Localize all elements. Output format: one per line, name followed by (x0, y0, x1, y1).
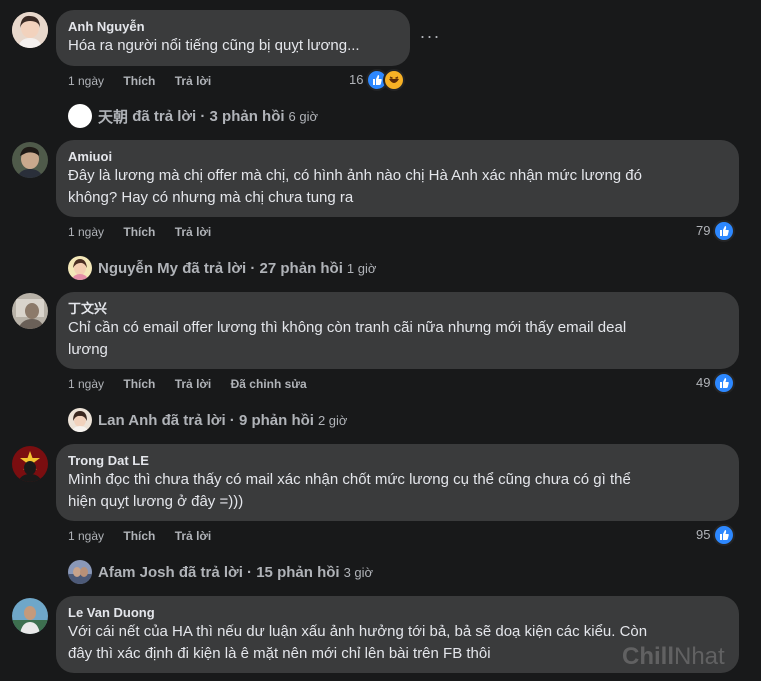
reply-count: 27 phản hồi (259, 259, 343, 277)
reaction-summary[interactable]: 16 (349, 69, 406, 91)
reply-count: 9 phản hồi (238, 411, 314, 429)
comment-time[interactable]: 1 ngày (68, 73, 104, 89)
reply-button[interactable]: Trả lời (175, 73, 212, 89)
reply-verb: đã trả lời (161, 411, 226, 429)
comment-author[interactable]: Amiuoi (68, 148, 727, 165)
avatar-image (12, 12, 48, 48)
comment-actions: 1 ngày Thích Trả lời Đã chỉnh sửa (68, 376, 323, 392)
avatar-image (12, 293, 48, 329)
comment-time[interactable]: 1 ngày (68, 224, 104, 240)
comment-time[interactable]: 1 ngày (68, 376, 104, 392)
reply-verb: đã trả lời (178, 563, 243, 581)
reply-avatar (68, 408, 92, 432)
reaction-summary[interactable]: 95 (696, 524, 736, 546)
comment-text: Đây là lương mà chị offer mà chị, có hìn… (68, 167, 642, 206)
like-button[interactable]: Thích (123, 224, 155, 240)
reaction-summary[interactable]: 49 (696, 372, 736, 394)
reaction-summary[interactable]: 79 (696, 220, 736, 242)
comment-author[interactable]: Trong Dat LE (68, 452, 727, 469)
reply-avatar (68, 560, 92, 584)
reply-author: 天朝 (98, 108, 129, 126)
more-options-icon[interactable]: ··· (418, 26, 442, 46)
avatar[interactable] (12, 598, 48, 634)
comment-time[interactable]: 1 ngày (68, 528, 104, 544)
watermark-logo: ChillNhat (622, 643, 725, 671)
view-replies-link[interactable]: Lan Anh đã trả lời · 9 phản hồi 2 giờ (68, 408, 347, 432)
reply-count: 15 phản hồi (256, 563, 340, 581)
comment-actions: 1 ngày Thích Trả lời (68, 528, 227, 544)
edited-indicator[interactable]: Đã chỉnh sửa (231, 376, 307, 392)
comment-text: Hóa ra người nổi tiếng cũng bị quỵt lươn… (68, 37, 360, 54)
reply-verb: đã trả lời (182, 259, 247, 277)
watermark-part1: Chill (622, 643, 674, 670)
reply-button[interactable]: Trả lời (175, 224, 212, 240)
avatar[interactable] (12, 142, 48, 178)
reply-author: Lan Anh (98, 411, 158, 429)
reply-verb: đã trả lời (132, 107, 197, 125)
avatar[interactable] (12, 446, 48, 482)
reply-time: 3 giờ (343, 564, 374, 580)
reply-avatar (68, 104, 92, 128)
comment-bubble: Amiuoi Đây là lương mà chị offer mà chị,… (56, 140, 739, 217)
like-icon (713, 372, 736, 394)
view-replies-link[interactable]: Afam Josh đã trả lời · 15 phản hồi 3 giờ (68, 560, 373, 584)
avatar-image (12, 446, 48, 482)
reply-time: 1 giờ (346, 260, 377, 276)
like-icon (713, 524, 736, 546)
reply-button[interactable]: Trả lời (175, 376, 212, 392)
comment-bubble: Trong Dat LE Mình đọc thì chưa thấy có m… (56, 444, 739, 521)
view-replies-link[interactable]: Nguyễn My đã trả lời · 27 phản hồi 1 giờ (68, 256, 376, 280)
avatar[interactable] (12, 293, 48, 329)
like-button[interactable]: Thích (123, 376, 155, 392)
reaction-count: 79 (696, 223, 711, 238)
haha-icon (383, 69, 406, 91)
reply-author: Nguyễn My (98, 259, 179, 277)
reply-author: Afam Josh (98, 563, 175, 581)
avatar-image (12, 598, 48, 634)
reaction-count: 95 (696, 527, 711, 542)
reply-count: 3 phản hồi (209, 107, 285, 125)
comment-text: Chỉ cần có email offer lương thì không c… (68, 319, 627, 358)
comment-actions: 1 ngày Thích Trả lời (68, 73, 227, 89)
reaction-count: 16 (349, 72, 364, 87)
reply-avatar (68, 256, 92, 280)
reply-time: 6 giờ (288, 108, 319, 124)
comment-author[interactable]: Le Van Duong (68, 604, 727, 621)
comment-text: Mình đọc thì chưa thấy có mail xác nhận … (68, 471, 631, 510)
view-replies-link[interactable]: 天朝 đã trả lời · 3 phản hồi 6 giờ (68, 104, 318, 128)
comment-bubble: Anh Nguyễn Hóa ra người nổi tiếng cũng b… (56, 10, 410, 66)
like-icon (713, 220, 736, 242)
avatar[interactable] (12, 12, 48, 48)
reply-time: 2 giờ (317, 412, 348, 428)
reaction-count: 49 (696, 375, 711, 390)
watermark-part2: Nhat (674, 643, 725, 670)
comment-author[interactable]: 丁文兴 (68, 300, 727, 317)
comment-author[interactable]: Anh Nguyễn (68, 18, 398, 35)
like-button[interactable]: Thích (123, 73, 155, 89)
avatar-image (12, 142, 48, 178)
like-button[interactable]: Thích (123, 528, 155, 544)
comment-actions: 1 ngày Thích Trả lời (68, 224, 227, 240)
comment-bubble: 丁文兴 Chỉ cần có email offer lương thì khô… (56, 292, 739, 369)
reply-button[interactable]: Trả lời (175, 528, 212, 544)
